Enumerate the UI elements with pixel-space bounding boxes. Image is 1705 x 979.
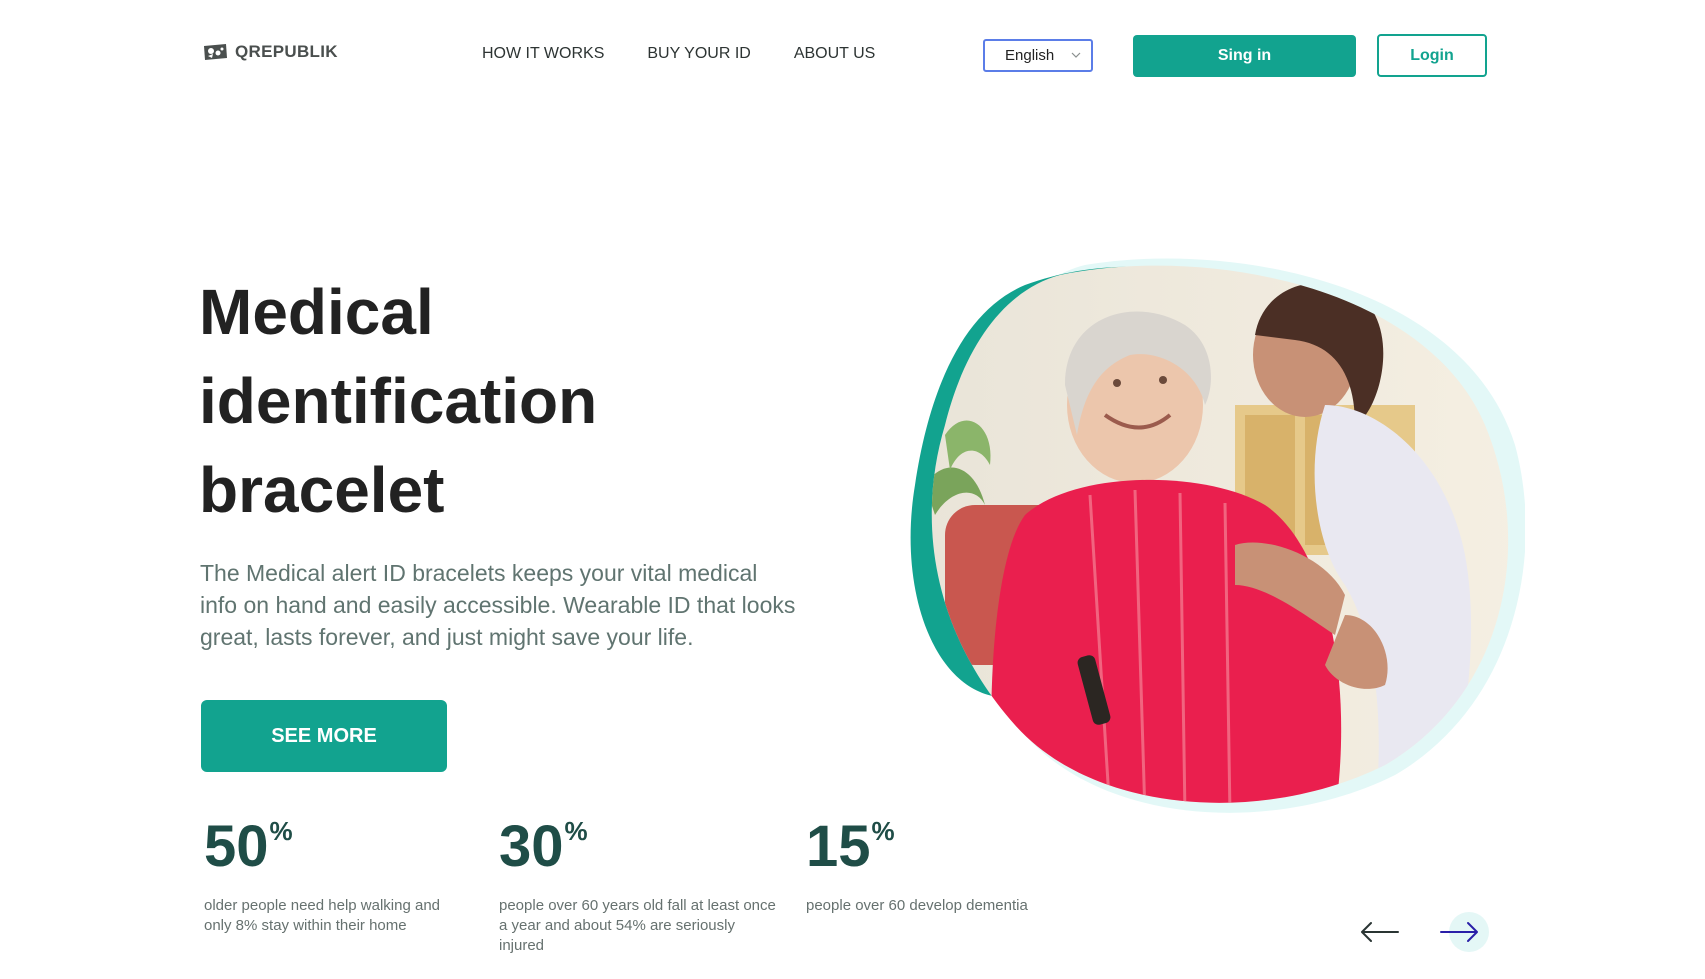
nav-item-about-us[interactable]: ABOUT US	[794, 45, 876, 63]
stat-value: 15	[806, 814, 871, 879]
brand-logo[interactable]: QREPUBLIK	[201, 42, 338, 62]
sign-in-button[interactable]: Sing in	[1133, 35, 1356, 77]
login-button[interactable]: Login	[1377, 34, 1487, 77]
hero-title-line: bracelet	[199, 454, 445, 526]
hero-title-line: Medical	[199, 276, 434, 348]
stat-description: people over 60 years old fall at least o…	[499, 897, 776, 954]
hero-title: Medical identification bracelet	[199, 268, 799, 535]
nav-item-how-it-works[interactable]: HOW IT WORKS	[482, 45, 604, 63]
nav-item-buy-your-id[interactable]: BUY YOUR ID	[647, 45, 750, 63]
hero-title-line: identification	[199, 365, 598, 437]
stat-suffix: %	[871, 816, 895, 846]
chevron-down-icon	[1071, 52, 1081, 58]
stat-description: older people need help walking and only …	[204, 897, 441, 934]
stat-item: 15% people over 60 develop dementia	[806, 812, 1066, 916]
brand-name: QREPUBLIK	[235, 42, 338, 61]
hero-image	[910, 258, 1525, 813]
carousel-prev-button[interactable]	[1358, 910, 1408, 954]
stat-item: 50% older people need help walking and o…	[204, 812, 464, 936]
arrow-left-icon	[1361, 922, 1399, 942]
logo-icon	[204, 44, 227, 60]
see-more-button[interactable]: SEE MORE	[201, 700, 447, 772]
main-nav: HOW IT WORKS BUY YOUR ID ABOUT US	[482, 45, 875, 63]
stat-description: people over 60 develop dementia	[806, 897, 1028, 914]
language-selected-value: English	[1005, 47, 1055, 64]
carousel-next-button[interactable]	[1437, 910, 1489, 954]
stat-value: 50	[204, 814, 269, 879]
language-select[interactable]: English	[983, 39, 1093, 72]
stat-suffix: %	[269, 816, 293, 846]
stat-suffix: %	[564, 816, 588, 846]
stat-value: 30	[499, 814, 564, 879]
landing-page: QREPUBLIK HOW IT WORKS BUY YOUR ID ABOUT…	[0, 0, 1705, 979]
hero-description: The Medical alert ID bracelets keeps you…	[200, 560, 796, 650]
arrow-right-icon	[1440, 922, 1478, 942]
stat-item: 30% people over 60 years old fall at lea…	[499, 812, 784, 956]
